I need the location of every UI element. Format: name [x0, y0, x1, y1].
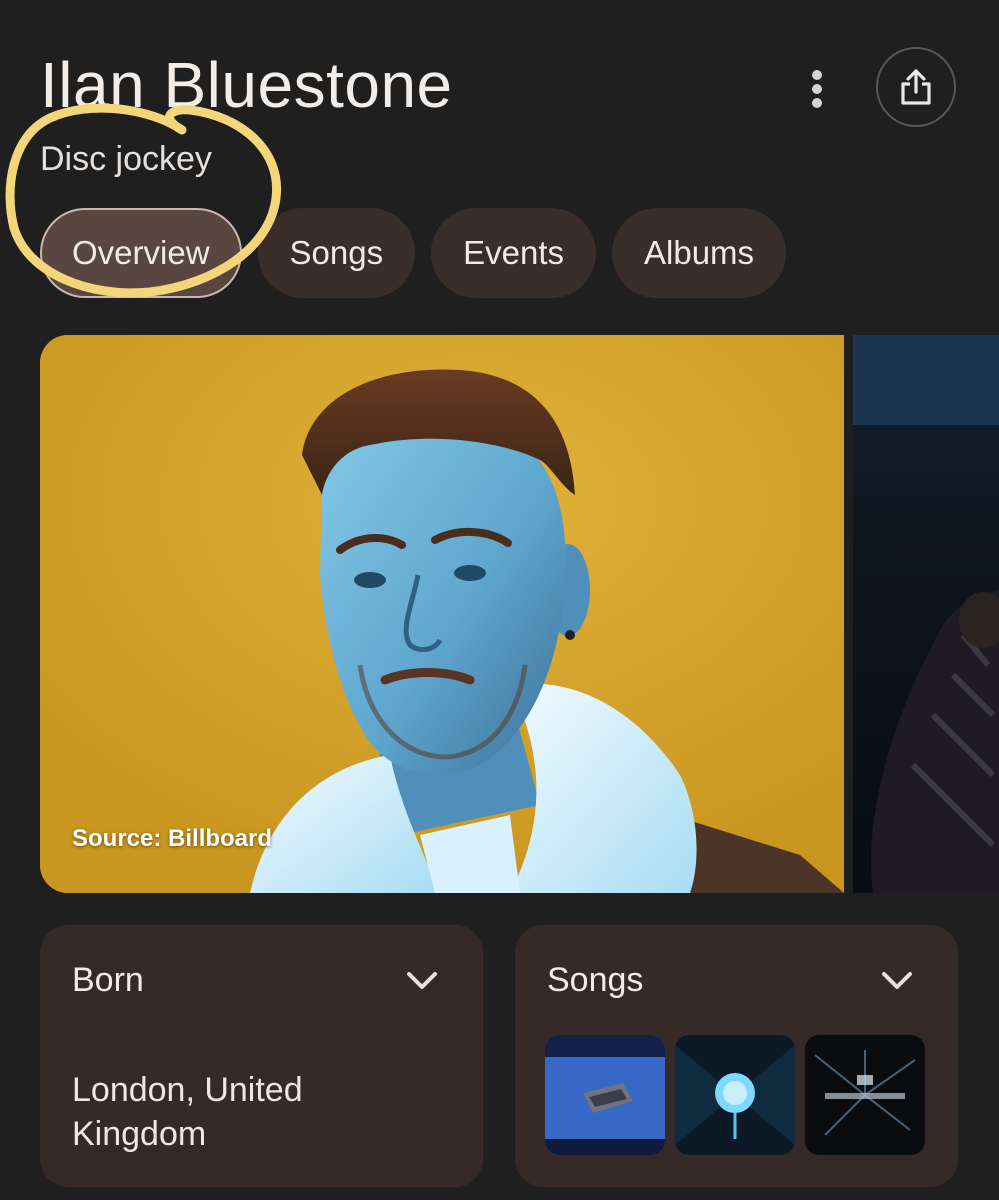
- song-thumb-1[interactable]: [545, 1035, 665, 1155]
- tab-albums[interactable]: Albums: [612, 208, 787, 298]
- album-art-rose-icon: [675, 1035, 795, 1155]
- chevron-down-icon[interactable]: [405, 965, 439, 995]
- image-source-label: Source: Billboard: [72, 825, 273, 852]
- more-vert-icon: [812, 70, 822, 108]
- album-art-blue-icon: [545, 1035, 665, 1155]
- page-subtitle: Disc jockey: [40, 140, 212, 178]
- share-button[interactable]: [876, 47, 956, 127]
- album-art-dark-icon: [805, 1035, 925, 1155]
- chevron-down-icon[interactable]: [880, 965, 914, 995]
- song-thumb-2[interactable]: [675, 1035, 795, 1155]
- tab-events[interactable]: Events: [431, 208, 596, 298]
- songs-card-title: Songs: [547, 961, 644, 999]
- share-icon: [901, 69, 931, 105]
- page-title: Ilan Bluestone: [40, 49, 453, 121]
- next-photo-image: [853, 335, 999, 893]
- tab-songs[interactable]: Songs: [257, 208, 416, 298]
- songs-card[interactable]: Songs: [515, 925, 958, 1187]
- born-card[interactable]: Born London, United Kingdom: [40, 925, 483, 1187]
- born-value: London, United Kingdom: [72, 1071, 303, 1153]
- artist-photo[interactable]: Source: Billboard: [40, 335, 844, 893]
- song-thumb-3[interactable]: [805, 1035, 925, 1155]
- tab-overview[interactable]: Overview: [40, 208, 242, 298]
- tab-bar: Overview Songs Events Albums: [40, 208, 787, 298]
- more-options-button[interactable]: [792, 62, 842, 116]
- born-card-title: Born: [72, 961, 144, 999]
- song-thumbnails: [545, 1035, 925, 1155]
- next-photo-preview[interactable]: [853, 335, 999, 893]
- artist-portrait-image: [40, 335, 844, 893]
